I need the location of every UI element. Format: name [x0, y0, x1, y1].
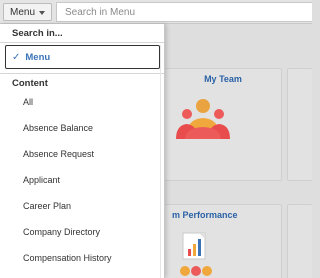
search-bar: Menu [0, 0, 312, 24]
divider [0, 42, 164, 43]
content-item-absence-request[interactable]: Absence Request [5, 144, 160, 164]
option-label: Menu [25, 51, 51, 63]
menu-dropdown-button[interactable]: Menu [3, 3, 52, 21]
my-team-tile[interactable]: My Team [164, 68, 282, 181]
content-section-header: Content [12, 78, 48, 89]
divider [0, 73, 164, 74]
menu-button-label: Menu [9, 6, 35, 18]
scroll-track[interactable] [160, 45, 161, 278]
content-item-absence-balance[interactable]: Absence Balance [5, 118, 160, 138]
content-item-compensation-history[interactable]: Compensation History [5, 248, 160, 268]
right-tile-partial[interactable] [287, 204, 312, 278]
tile-title: My Team [204, 74, 242, 84]
chevron-down-icon [39, 10, 45, 15]
search-scope-dropdown: Search in... ✓ Menu Content All Absence … [0, 24, 165, 278]
content-item-applicant[interactable]: Applicant [5, 170, 160, 190]
content-item-career-plan[interactable]: Career Plan [5, 196, 160, 216]
team-people-icon [176, 99, 230, 139]
checkmark-icon: ✓ [12, 51, 21, 63]
team-performance-tile[interactable]: m Performance [164, 204, 282, 278]
search-input[interactable] [57, 3, 312, 21]
search-in-label: Search in... [12, 28, 63, 39]
right-tile-partial[interactable] [287, 68, 312, 181]
content-item-company-directory[interactable]: Company Directory [5, 222, 160, 242]
option-menu-selected[interactable]: ✓ Menu [5, 45, 160, 69]
performance-chart-icon [180, 232, 212, 276]
tile-title: m Performance [172, 210, 238, 220]
search-field-container [56, 2, 312, 22]
content-item-all[interactable]: All [5, 92, 160, 112]
